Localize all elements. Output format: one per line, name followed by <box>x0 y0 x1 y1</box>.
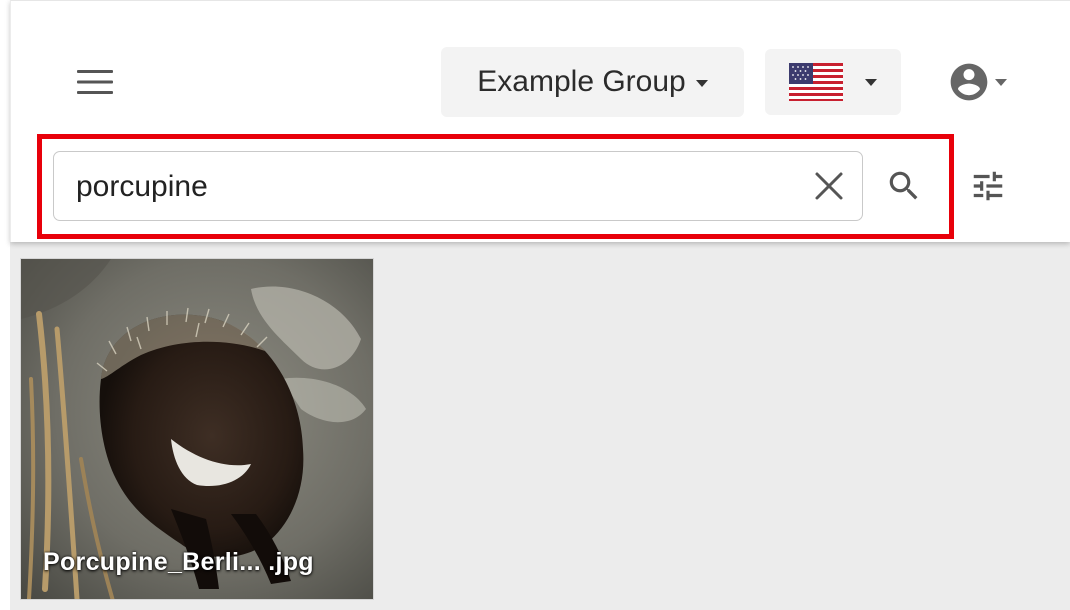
account-circle-icon <box>950 63 988 101</box>
group-selector-button[interactable]: Example Group <box>441 47 744 117</box>
filter-sliders-icon <box>973 171 1003 201</box>
search-field <box>53 151 863 221</box>
us-flag-icon <box>789 63 843 101</box>
app-root: Example Group porcupine Porcupine_Berli.… <box>0 0 1070 610</box>
caret-down-icon <box>695 79 708 87</box>
result-thumbnail[interactable]: Porcupine_Berli... .jpg <box>20 258 374 600</box>
language-selector-button[interactable] <box>765 49 901 115</box>
results-grid: Porcupine_Berli... .jpg <box>10 242 1070 610</box>
user-menu-button[interactable] <box>937 57 1017 107</box>
caret-down-icon <box>995 78 1007 86</box>
close-icon <box>815 172 843 200</box>
search-input[interactable] <box>76 164 796 210</box>
group-selector-label: Example Group <box>477 65 686 98</box>
top-bar: Example Group <box>10 0 1070 242</box>
filter-button[interactable] <box>963 161 1013 211</box>
hamburger-menu-icon <box>77 70 113 94</box>
search-icon <box>889 171 918 200</box>
search-button[interactable] <box>879 161 929 211</box>
caret-down-icon <box>865 78 877 86</box>
menu-button[interactable] <box>69 59 121 105</box>
thumbnail-caption: Porcupine_Berli... .jpg <box>43 548 314 576</box>
clear-search-button[interactable] <box>810 167 848 205</box>
